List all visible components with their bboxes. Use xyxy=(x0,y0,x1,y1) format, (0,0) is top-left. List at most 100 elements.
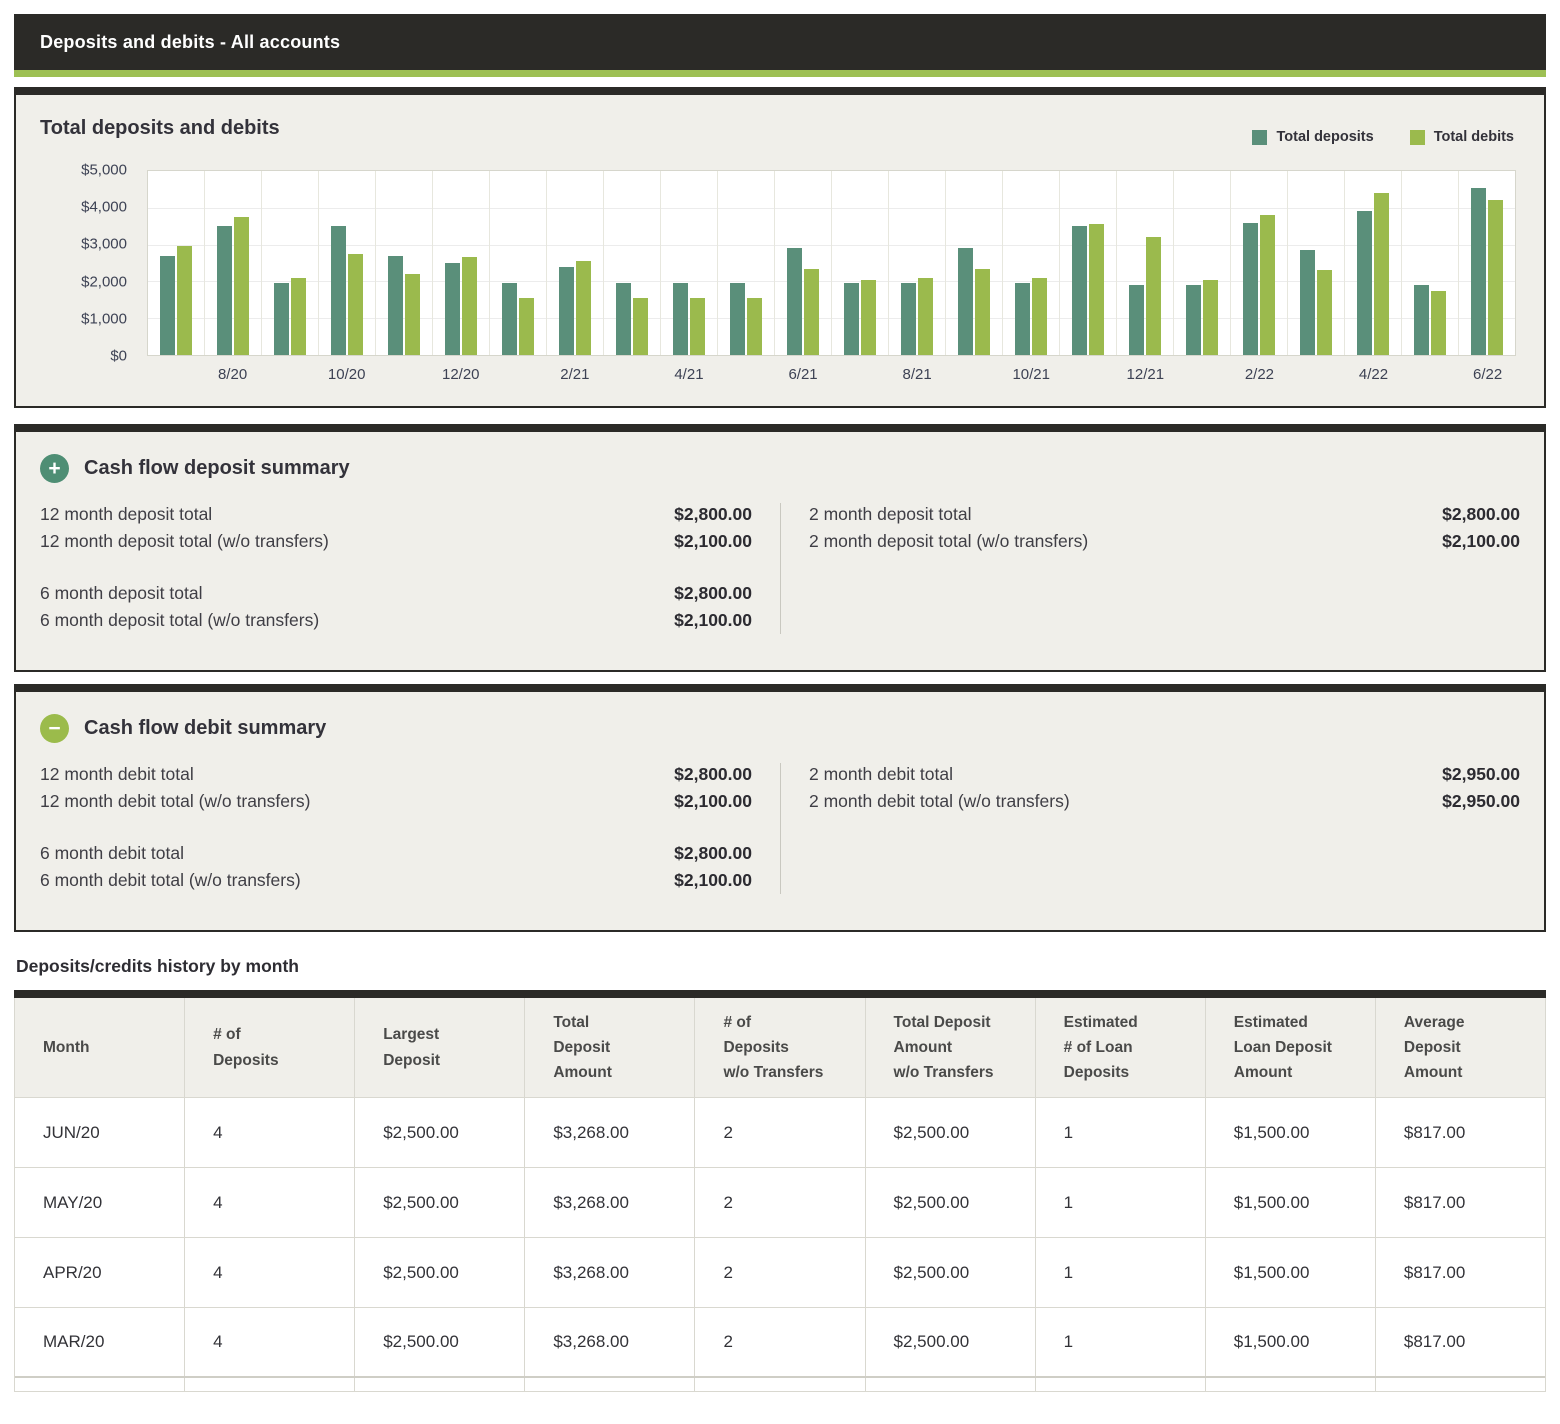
table-cell xyxy=(185,1378,355,1391)
y-axis-label: $3,000 xyxy=(81,236,127,253)
x-axis-label: 4/21 xyxy=(660,356,717,392)
chart-y-axis: $5,000$4,000$3,000$2,000$1,000$0 xyxy=(40,170,147,356)
deposit-bar xyxy=(730,283,745,355)
debit-bar xyxy=(1431,291,1446,355)
bar-group xyxy=(946,171,1003,355)
debit-bar xyxy=(519,298,534,355)
debit-summary-title: Cash flow debit summary xyxy=(84,717,326,740)
deposit-bar xyxy=(901,283,916,355)
deposit-bar xyxy=(616,283,631,355)
deposit-summary-panel: + Cash flow deposit summary 12 month dep… xyxy=(14,424,1546,672)
table-cell: $2,500.00 xyxy=(866,1168,1036,1237)
page: Deposits and debits - All accounts Total… xyxy=(14,14,1546,1392)
summary-row: 2 month debit total (w/o transfers)$2,95… xyxy=(809,788,1520,815)
table-cell: $2,500.00 xyxy=(866,1238,1036,1307)
column-header: LargestDeposit xyxy=(355,998,525,1097)
deposit-bar xyxy=(787,248,802,355)
legend-label: Total deposits xyxy=(1276,129,1373,145)
summary-label: 6 month deposit total xyxy=(40,580,674,607)
debit-bar xyxy=(1488,200,1503,355)
summary-group: 2 month debit total$2,950.002 month debi… xyxy=(809,761,1520,815)
debit-bar xyxy=(633,298,648,355)
summary-value: $2,100.00 xyxy=(1442,528,1520,555)
deposit-bar xyxy=(1357,211,1372,355)
x-axis-label: 2/22 xyxy=(1231,356,1288,392)
deposit-bar xyxy=(388,256,403,355)
summary-value: $2,800.00 xyxy=(674,580,752,607)
bar-group xyxy=(376,171,433,355)
x-axis-label xyxy=(717,356,774,392)
bar-group xyxy=(889,171,946,355)
y-axis-label: $4,000 xyxy=(81,199,127,216)
deposit-bar xyxy=(445,263,460,355)
summary-label: 12 month deposit total (w/o transfers) xyxy=(40,528,674,555)
bar-group xyxy=(1402,171,1459,355)
bar-group xyxy=(490,171,547,355)
summary-label: 6 month debit total (w/o transfers) xyxy=(40,867,674,894)
table-cell: $817.00 xyxy=(1376,1168,1545,1237)
legend-label: Total debits xyxy=(1434,129,1514,145)
summary-row: 6 month deposit total (w/o transfers)$2,… xyxy=(40,607,752,634)
debit-bar xyxy=(234,217,249,355)
debit-bar xyxy=(177,246,192,355)
deposit-bar xyxy=(1129,285,1144,355)
summary-value: $2,800.00 xyxy=(674,840,752,867)
table-cell: 2 xyxy=(695,1308,865,1376)
x-axis-label: 2/21 xyxy=(546,356,603,392)
debit-bar xyxy=(1089,224,1104,355)
table-cell: $2,500.00 xyxy=(866,1098,1036,1167)
summary-divider xyxy=(780,763,781,894)
table-cell: $1,500.00 xyxy=(1206,1308,1376,1376)
summary-value: $2,800.00 xyxy=(674,501,752,528)
y-axis-label: $1,000 xyxy=(81,310,127,327)
summary-label: 2 month debit total xyxy=(809,761,1442,788)
deposit-bar xyxy=(1072,226,1087,355)
history-table-body: JUN/204$2,500.00$3,268.002$2,500.001$1,5… xyxy=(15,1098,1545,1378)
summary-label: 6 month debit total xyxy=(40,840,674,867)
table-row: JUN/204$2,500.00$3,268.002$2,500.001$1,5… xyxy=(15,1098,1545,1168)
x-axis-label xyxy=(1060,356,1117,392)
summary-value: $2,100.00 xyxy=(674,528,752,555)
summary-row: 6 month debit total$2,800.00 xyxy=(40,840,752,867)
summary-label: 2 month debit total (w/o transfers) xyxy=(809,788,1442,815)
table-cell xyxy=(1036,1378,1206,1391)
plus-icon[interactable]: + xyxy=(40,454,69,483)
table-row: MAY/204$2,500.00$3,268.002$2,500.001$1,5… xyxy=(15,1168,1545,1238)
bar-group xyxy=(1288,171,1345,355)
summary-group: 2 month deposit total$2,800.002 month de… xyxy=(809,501,1520,555)
table-cell: APR/20 xyxy=(15,1238,185,1307)
deposit-bar xyxy=(1300,250,1315,355)
table-cell: 1 xyxy=(1036,1238,1206,1307)
history-table: Month# ofDepositsLargestDepositTotalDepo… xyxy=(14,990,1546,1392)
summary-label: 2 month deposit total (w/o transfers) xyxy=(809,528,1442,555)
bar-group xyxy=(661,171,718,355)
bar-group xyxy=(1231,171,1288,355)
table-cell: 2 xyxy=(695,1238,865,1307)
bar-group xyxy=(718,171,775,355)
page-header: Deposits and debits - All accounts xyxy=(14,14,1546,70)
x-axis-label: 12/20 xyxy=(432,356,489,392)
deposit-bar xyxy=(1015,283,1030,355)
debit-bar xyxy=(1260,215,1275,355)
table-cell: MAY/20 xyxy=(15,1168,185,1237)
debit-bar xyxy=(804,269,819,355)
debit-bar xyxy=(291,278,306,355)
table-cell xyxy=(15,1378,185,1391)
table-cell: $3,268.00 xyxy=(525,1168,695,1237)
table-cell: 4 xyxy=(185,1098,355,1167)
x-axis-label xyxy=(1402,356,1459,392)
table-cell: 1 xyxy=(1036,1098,1206,1167)
table-cell: $817.00 xyxy=(1376,1308,1545,1376)
table-cell: $2,500.00 xyxy=(355,1308,525,1376)
table-cell: 2 xyxy=(695,1168,865,1237)
y-axis-label: $0 xyxy=(110,348,127,365)
table-cell: $2,500.00 xyxy=(866,1308,1036,1376)
summary-row: 2 month deposit total (w/o transfers)$2,… xyxy=(809,528,1520,555)
minus-icon[interactable]: − xyxy=(40,714,69,743)
debit-summary-left: 12 month debit total$2,800.0012 month de… xyxy=(40,761,752,894)
x-axis-label xyxy=(147,356,204,392)
column-header: AverageDepositAmount xyxy=(1376,998,1545,1097)
table-row: APR/204$2,500.00$3,268.002$2,500.001$1,5… xyxy=(15,1238,1545,1308)
debit-summary-panel: − Cash flow debit summary 12 month debit… xyxy=(14,684,1546,932)
debit-bar xyxy=(1374,193,1389,355)
